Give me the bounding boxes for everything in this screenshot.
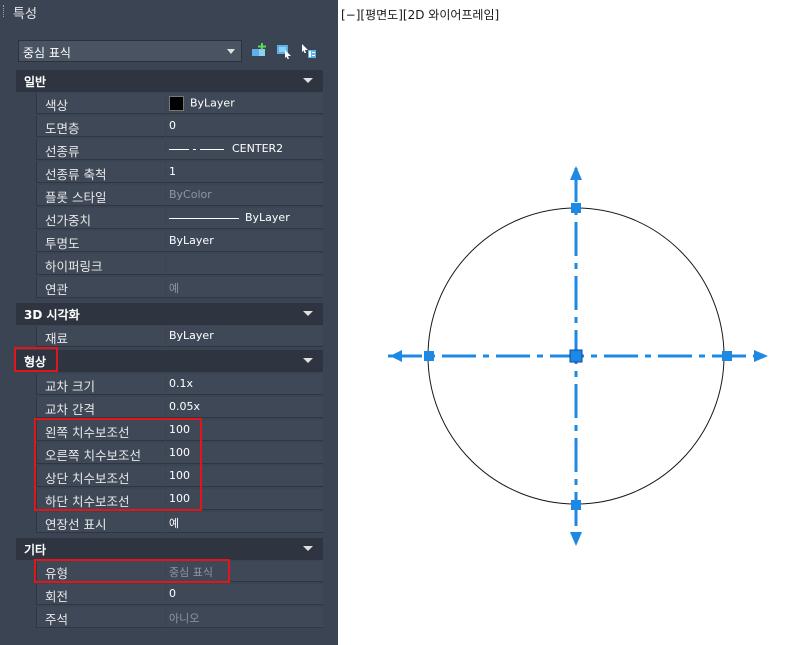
prop-row-ltscale[interactable]: 선종류 축척 1	[16, 162, 323, 183]
category-general[interactable]: 일반	[16, 70, 323, 92]
left-stretch-arrow-icon[interactable]	[390, 350, 402, 362]
prop-value: 0.1x	[169, 377, 194, 390]
prop-key: 선종류	[45, 144, 80, 159]
prop-value: 예	[169, 517, 180, 530]
prop-key: 색상	[45, 98, 69, 113]
prop-key: 하이퍼링크	[45, 259, 103, 274]
category-geometry[interactable]: 형상	[16, 350, 323, 372]
bottom-stretch-arrow-icon[interactable]	[570, 532, 582, 546]
prop-row-plotstyle[interactable]: 플롯 스타일 ByColor	[16, 185, 323, 206]
collapse-icon[interactable]	[303, 78, 313, 83]
prop-key: 상단 치수보조선	[45, 471, 130, 486]
prop-value: 100	[169, 469, 190, 482]
collapse-icon[interactable]	[303, 358, 313, 363]
prop-value: 100	[169, 446, 190, 459]
prop-row-cross-size[interactable]: 교차 크기 0.1x	[16, 374, 323, 395]
prop-row-color[interactable]: 색상 ByLayer	[16, 93, 323, 114]
prop-row-cross-gap[interactable]: 교차 간격 0.05x	[16, 397, 323, 418]
toggle-pickadd-icon[interactable]	[250, 42, 268, 60]
prop-row-material[interactable]: 재료 ByLayer	[16, 326, 323, 347]
prop-row-layer[interactable]: 도면층 0	[16, 116, 323, 137]
palette-title: 특성	[13, 7, 37, 22]
prop-value: CENTER2	[232, 142, 284, 155]
prop-key: 주석	[45, 612, 69, 627]
prop-value: 예	[169, 282, 180, 295]
properties-palette: 특성 중심 표식 일반 색상 ByLayer 도면층 0 선종류 CENTER2…	[0, 0, 338, 645]
prop-key: 도면층	[45, 121, 80, 136]
left-grip[interactable]	[424, 351, 434, 361]
drag-grip-icon[interactable]	[3, 5, 6, 17]
prop-key: 오른쪽 치수보조선	[45, 448, 141, 463]
prop-row-bottom-extension[interactable]: 하단 치수보조선 100	[16, 489, 323, 510]
prop-row-associative[interactable]: 연관 예	[16, 277, 323, 298]
quick-select-icon[interactable]	[300, 42, 318, 60]
prop-value: ByLayer	[190, 96, 235, 110]
right-stretch-arrow-icon[interactable]	[754, 350, 768, 362]
color-swatch	[169, 96, 184, 111]
prop-key: 하단 치수보조선	[45, 494, 130, 509]
prop-value: 0	[169, 587, 176, 600]
prop-key: 플롯 스타일	[45, 190, 107, 205]
prop-value: ByLayer	[245, 211, 290, 224]
prop-row-show-extension[interactable]: 연장선 표시 예	[16, 512, 323, 533]
prop-row-left-extension[interactable]: 왼쪽 치수보조선 100	[16, 420, 323, 441]
prop-value: 0.05x	[169, 400, 201, 413]
select-objects-icon[interactable]	[275, 42, 293, 60]
prop-value: 아니오	[169, 612, 200, 625]
prop-value: ByColor	[169, 188, 212, 201]
prop-key: 선가중치	[45, 213, 92, 228]
prop-row-type[interactable]: 유형 중심 표식	[16, 561, 323, 582]
bottom-grip[interactable]	[571, 500, 581, 510]
category-label: 기타	[24, 543, 47, 557]
object-type-value: 중심 표식	[23, 46, 71, 60]
prop-value: 0	[169, 119, 176, 132]
prop-key: 유형	[45, 566, 69, 581]
category-label: 형상	[24, 355, 47, 369]
center-grip[interactable]	[569, 349, 583, 363]
right-grip[interactable]	[722, 351, 732, 361]
category-3d-visualization[interactable]: 3D 시각화	[16, 303, 323, 325]
prop-row-top-extension[interactable]: 상단 치수보조선 100	[16, 466, 323, 487]
prop-value: ByLayer	[169, 329, 214, 342]
chevron-down-icon	[227, 49, 235, 54]
top-stretch-arrow-icon[interactable]	[570, 166, 582, 180]
collapse-icon[interactable]	[303, 311, 313, 316]
prop-value: 중심 표식	[169, 566, 213, 579]
prop-key: 투명도	[45, 236, 80, 251]
category-label: 일반	[24, 75, 47, 89]
prop-key: 연관	[45, 282, 69, 297]
prop-row-hyperlink[interactable]: 하이퍼링크	[16, 254, 323, 275]
prop-row-linetype[interactable]: 선종류 CENTER2	[16, 139, 323, 160]
prop-key: 재료	[45, 331, 69, 346]
prop-value: 100	[169, 423, 190, 436]
prop-row-rotation[interactable]: 회전 0	[16, 584, 323, 605]
prop-value: 1	[169, 165, 176, 178]
prop-key: 연장선 표시	[45, 517, 107, 532]
object-type-dropdown[interactable]: 중심 표식	[18, 40, 242, 62]
prop-key: 회전	[45, 589, 69, 604]
prop-row-transparency[interactable]: 투명도 ByLayer	[16, 231, 323, 252]
top-grip[interactable]	[571, 203, 581, 213]
prop-value: ByLayer	[169, 234, 214, 247]
category-misc[interactable]: 기타	[16, 538, 323, 560]
drawing-canvas[interactable]	[338, 0, 800, 645]
prop-value: 100	[169, 492, 190, 505]
collapse-icon[interactable]	[303, 546, 313, 551]
prop-key: 교차 크기	[45, 379, 95, 394]
prop-row-annotative[interactable]: 주석 아니오	[16, 607, 323, 628]
category-label: 3D 시각화	[24, 308, 80, 322]
prop-key: 선종류 축척	[45, 167, 107, 182]
prop-key: 왼쪽 치수보조선	[45, 425, 130, 440]
prop-row-right-extension[interactable]: 오른쪽 치수보조선 100	[16, 443, 323, 464]
prop-key: 교차 간격	[45, 402, 95, 417]
palette-title-bar[interactable]: 특성	[0, 0, 338, 22]
prop-row-lineweight[interactable]: 선가중치 ByLayer	[16, 208, 323, 229]
